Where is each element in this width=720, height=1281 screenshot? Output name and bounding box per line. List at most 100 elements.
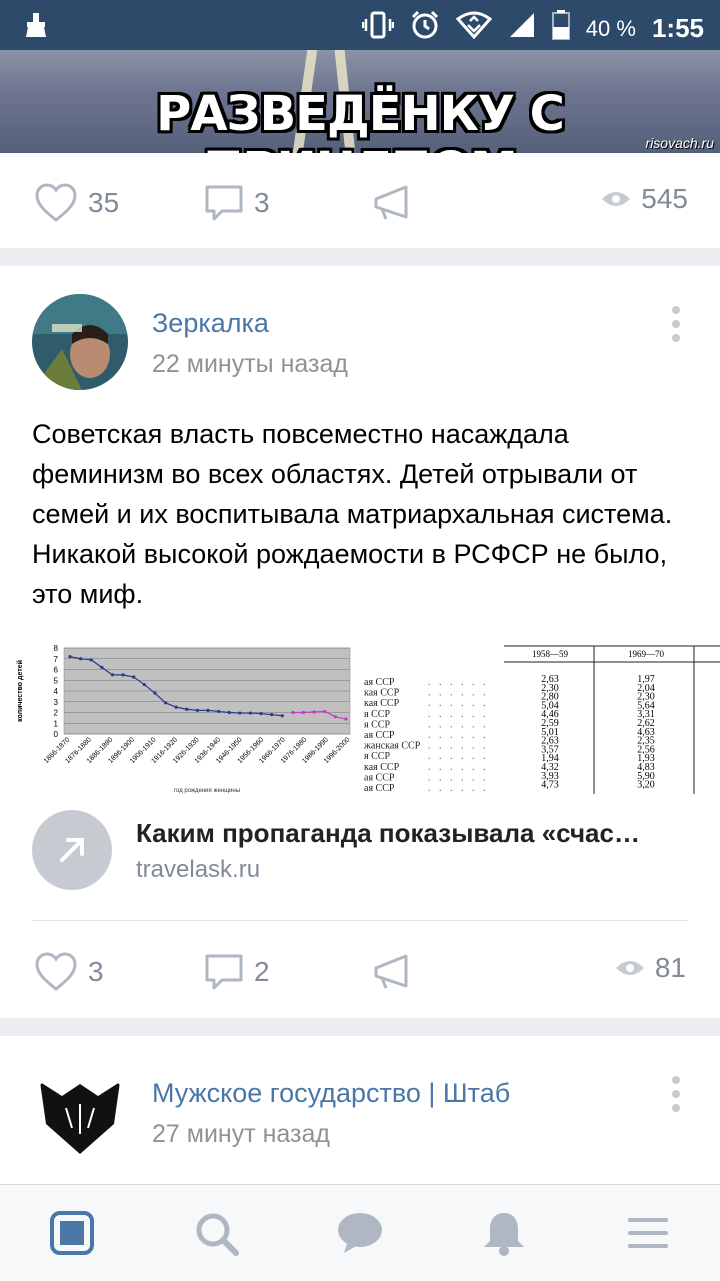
data-point xyxy=(111,673,114,676)
bottom-tab-bar xyxy=(0,1184,720,1281)
data-point xyxy=(313,710,316,713)
vibrate-icon xyxy=(362,11,394,46)
tab-notifications[interactable] xyxy=(480,1209,528,1257)
republic-label: ая ССР xyxy=(364,730,395,741)
data-point xyxy=(79,657,82,660)
leader-dots: . . . . . . xyxy=(428,677,489,688)
republic-label: жанская ССР xyxy=(363,741,421,752)
republic-label: я ССР xyxy=(364,751,390,762)
tab-messages[interactable] xyxy=(336,1209,384,1257)
republic-label: кая ССР xyxy=(364,698,400,709)
republic-label: ая ССР xyxy=(364,677,395,688)
table-image-left[interactable]: ая ССР . . . . . . кая ССР . . . . . . кая С… xyxy=(358,644,500,794)
heart-icon xyxy=(34,952,78,992)
link-attachment[interactable]: Каким пропаганда показывала «счас… trave… xyxy=(32,810,688,892)
share-button[interactable] xyxy=(372,183,412,223)
leader-dots: . . . . . . xyxy=(428,741,489,752)
meme-image[interactable]: РАЗВЕДЁНКУ С ПРИЦЕПОМ risovach.ru xyxy=(0,50,720,153)
chart-image[interactable]: 012345678количество детей1866-18701876-1… xyxy=(8,644,354,794)
leader-dots: . . . . . . xyxy=(428,730,489,741)
divider xyxy=(32,920,688,921)
table-image-right[interactable]: 1958—591969—702,631,972,302,042,802,305,… xyxy=(504,644,720,794)
leader-dots: . . . . . . xyxy=(428,688,489,699)
comment-count: 3 xyxy=(254,187,270,219)
y-tick-label: 1 xyxy=(54,719,59,728)
post-time: 22 минуты назад xyxy=(152,350,348,379)
comment-button[interactable]: 2 xyxy=(204,952,270,992)
y-tick-label: 0 xyxy=(54,730,59,739)
leader-dots: . . . . . . xyxy=(428,698,489,709)
leader-dots: . . . . . . xyxy=(428,709,489,720)
tab-search[interactable] xyxy=(192,1209,240,1257)
more-options-icon[interactable] xyxy=(672,1076,680,1118)
alarm-icon xyxy=(410,10,440,47)
post-actions: 3 2 81 xyxy=(0,922,720,1022)
megaphone-icon xyxy=(372,183,412,223)
data-point xyxy=(175,706,178,709)
leader-dots: . . . . . . xyxy=(428,719,489,730)
leader-dots: . . . . . . xyxy=(428,772,489,783)
y-tick-label: 4 xyxy=(54,687,59,696)
data-point xyxy=(185,708,188,711)
data-point xyxy=(259,712,262,715)
author-avatar[interactable] xyxy=(32,294,128,390)
comment-count: 2 xyxy=(254,956,270,988)
leader-dots: . . . . . . xyxy=(428,783,489,794)
battery-icon xyxy=(552,10,570,47)
y-tick-label: 8 xyxy=(54,644,59,653)
y-tick-label: 7 xyxy=(54,655,59,664)
table-cell: 3,20 xyxy=(637,780,655,791)
signal-icon xyxy=(508,11,536,46)
like-count: 3 xyxy=(88,956,104,988)
like-button[interactable]: 35 xyxy=(34,183,119,223)
data-point xyxy=(249,711,252,714)
data-point xyxy=(132,675,135,678)
republic-label: кая ССР xyxy=(364,688,400,699)
data-point xyxy=(121,673,124,676)
fertility-table: 1958—591969—702,631,972,302,042,802,305,… xyxy=(504,644,720,794)
y-axis-label: количество детей xyxy=(16,660,24,722)
next-post-card: Мужское государство | Штаб 27 минут наза… xyxy=(0,1036,720,1184)
data-point xyxy=(302,711,305,714)
share-button[interactable] xyxy=(372,952,412,992)
republic-label: ая ССР xyxy=(364,772,395,783)
megaphone-icon xyxy=(372,952,412,992)
views-counter: 81 xyxy=(615,952,686,984)
republic-label: я ССР xyxy=(364,719,390,730)
battery-percent: 40 % xyxy=(586,16,636,42)
x-axis-label: год рождения женщины xyxy=(174,788,240,794)
bell-icon xyxy=(480,1244,528,1261)
author-name[interactable]: Зеркалка xyxy=(152,308,269,339)
data-point xyxy=(164,701,167,704)
clock: 1:55 xyxy=(652,13,704,44)
next-author-avatar[interactable] xyxy=(32,1064,128,1160)
y-tick-label: 2 xyxy=(54,709,59,718)
data-point xyxy=(270,713,273,716)
column-header: 1958—59 xyxy=(532,649,569,659)
data-point xyxy=(291,711,294,714)
data-point xyxy=(344,717,347,720)
comment-icon xyxy=(204,183,244,223)
data-point xyxy=(217,710,220,713)
link-icon xyxy=(32,810,112,890)
data-point xyxy=(196,709,199,712)
column-header: 1969—70 xyxy=(628,649,665,659)
republics-list: ая ССР . . . . . . кая ССР . . . . . . кая С… xyxy=(358,644,500,794)
tab-menu[interactable] xyxy=(624,1209,672,1257)
status-bar: 40 % 1:55 xyxy=(0,0,720,50)
link-domain: travelask.ru xyxy=(136,856,260,884)
tab-news[interactable] xyxy=(48,1209,96,1257)
like-button[interactable]: 3 xyxy=(34,952,104,992)
y-tick-label: 6 xyxy=(54,666,59,675)
heart-icon xyxy=(34,183,78,223)
comment-button[interactable]: 3 xyxy=(204,183,270,223)
views-count: 545 xyxy=(641,183,688,215)
post-card: Зеркалка 22 минуты назад Советская власт… xyxy=(0,266,720,1018)
attached-images: 012345678количество детей1866-18701876-1… xyxy=(8,644,720,794)
y-tick-label: 3 xyxy=(54,698,59,707)
next-author-name[interactable]: Мужское государство | Штаб xyxy=(152,1078,510,1109)
leader-dots: . . . . . . xyxy=(428,751,489,762)
link-title: Каким пропаганда показывала «счас… xyxy=(136,818,688,849)
more-options-icon[interactable] xyxy=(672,306,680,348)
cleaner-notification-icon xyxy=(24,12,48,43)
